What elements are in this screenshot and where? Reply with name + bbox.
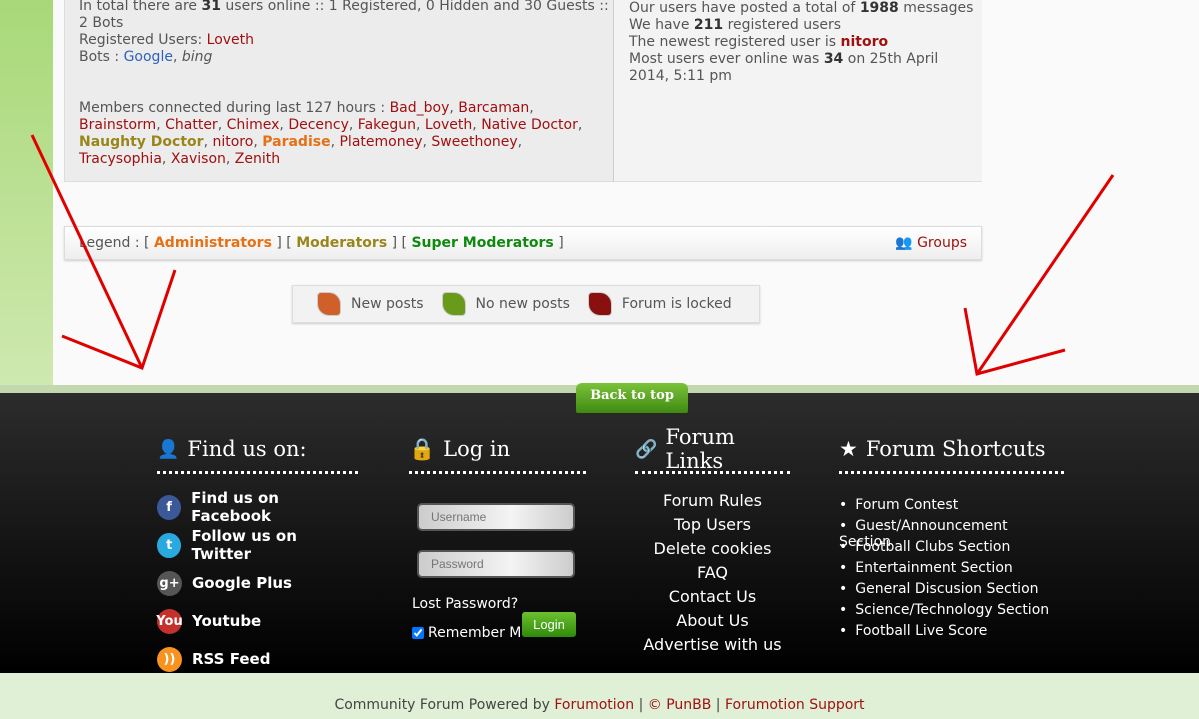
arrow-left-line (30, 134, 144, 369)
arrow-right-line (975, 174, 1115, 375)
annotation-arrows (30, 134, 1115, 376)
